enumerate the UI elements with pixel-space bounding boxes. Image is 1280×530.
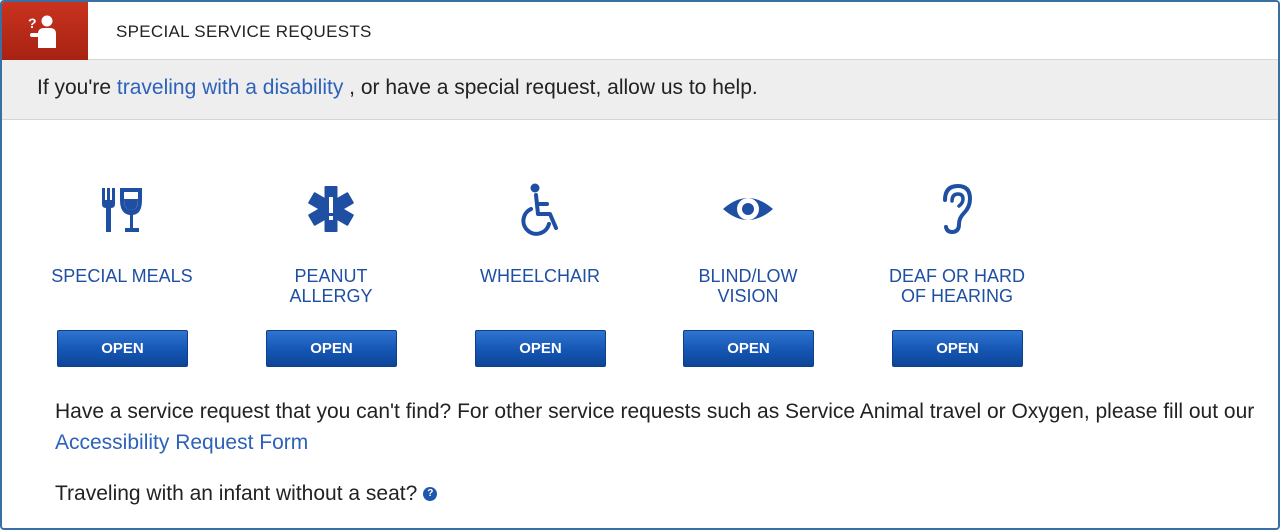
infant-question: Traveling with an infant without a seat?…	[55, 482, 438, 506]
service-label: PEANUT ALLERGY	[289, 266, 373, 306]
eye-icon	[720, 182, 776, 241]
intro-text: If you're traveling with a disability , …	[37, 76, 758, 100]
service-label: SPECIAL MEALS	[51, 266, 193, 286]
open-wheelchair-button[interactable]: OPEN	[475, 330, 606, 367]
infant-question-label: Traveling with an infant without a seat?	[55, 482, 418, 505]
service-label: WHEELCHAIR	[479, 266, 600, 286]
intro-prefix: If you're	[37, 76, 117, 99]
medical-star-icon	[305, 182, 357, 241]
intro-suffix: , or have a special request, allow us to…	[343, 76, 758, 99]
panel-title: SPECIAL SERVICE REQUESTS	[116, 22, 372, 41]
disability-link[interactable]: traveling with a disability	[117, 76, 343, 99]
person-question-icon: ?	[2, 2, 88, 60]
question-circle-icon[interactable]: ?	[423, 487, 438, 502]
other-requests-text: Have a service request that you can't fi…	[55, 400, 1255, 454]
fork-wine-glass-icon	[98, 182, 146, 241]
open-blind-low-vision-button[interactable]: OPEN	[683, 330, 814, 367]
open-special-meals-button[interactable]: OPEN	[57, 330, 188, 367]
open-peanut-allergy-button[interactable]: OPEN	[266, 330, 397, 367]
wheelchair-icon	[514, 182, 566, 241]
svg-text:?: ?	[28, 15, 37, 31]
accessibility-request-form-link[interactable]: Accessibility Request Form	[55, 431, 308, 454]
special-service-requests-panel: ? SPECIAL SERVICE REQUESTS If you're tra…	[0, 0, 1280, 530]
service-label: BLIND/LOW VISION	[698, 266, 798, 306]
panel-header: ? SPECIAL SERVICE REQUESTS	[2, 2, 1278, 60]
ear-icon	[935, 182, 979, 241]
open-deaf-hard-of-hearing-button[interactable]: OPEN	[892, 330, 1023, 367]
service-label: DEAF OR HARD OF HEARING	[888, 266, 1025, 306]
intro-bar: If you're traveling with a disability , …	[2, 60, 1278, 120]
